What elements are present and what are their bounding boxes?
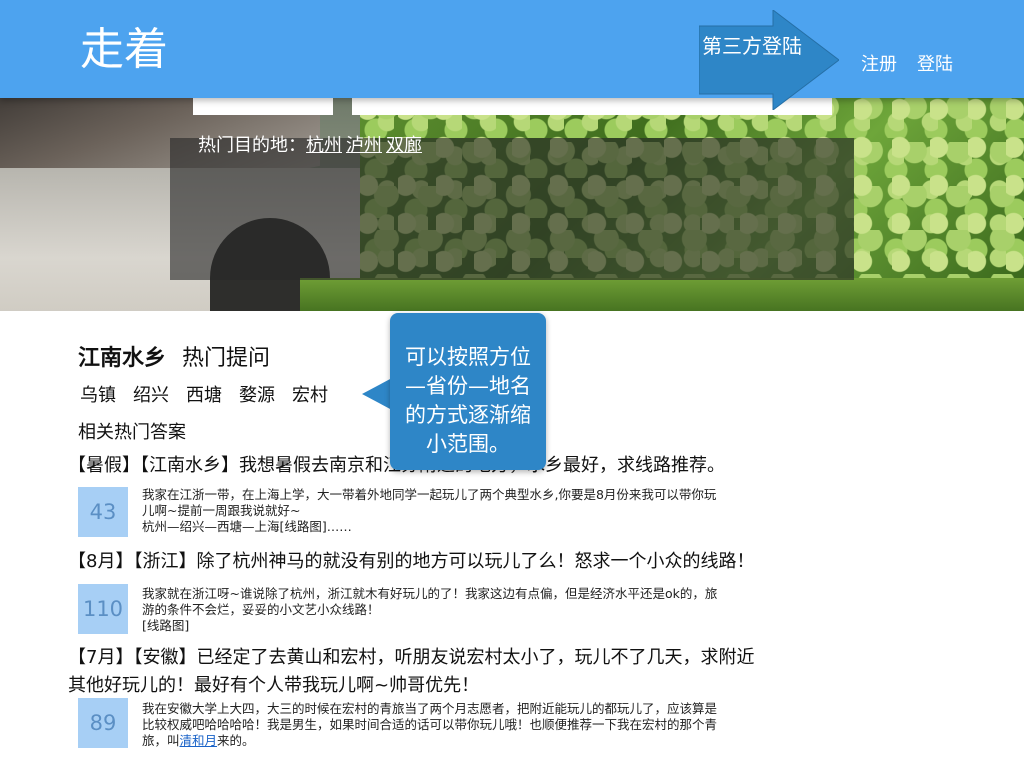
answer-line: 杭州—绍兴—西塘—上海[线路图]…… [142,519,352,534]
tag-link[interactable]: 西塘 [186,385,222,406]
question-title-line: 【7月】【安徽】已经定了去黄山和宏村，听朋友说宏村太小了，玩儿不了几天，求附近 [68,647,755,668]
register-link[interactable]: 注册 [861,50,897,76]
tag-link[interactable]: 宏村 [292,385,328,406]
site-logo[interactable]: 走着 [80,28,168,72]
answer-line: 比较权威吧哈哈哈哈！我是男生，如果时间合适的话可以带你玩儿哦！也顺便推荐一下我在… [142,717,718,732]
banner-hedge-image [300,278,1024,311]
question-title[interactable]: 【8月】【浙江】除了杭州神马的就没有别的地方可以玩儿了么！怒求一个小众的线路！ [68,548,848,576]
hero-banner [0,98,1024,311]
tag-link[interactable]: 绍兴 [133,385,169,406]
top-nav-bar: 走着 注册 登陆 [0,0,1024,98]
answer-line: 我家在江浙一带，在上海上学，大一带着外地同学一起玩儿了两个典型水乡,你要是8月份… [142,487,717,502]
hot-destination-link[interactable]: 泸州 [346,135,382,156]
search-panel [170,138,854,280]
answer-line: 儿啊~提前一周跟我说就好~ [142,503,301,518]
answer-line: 旅，叫清和月来的。 [142,733,842,749]
tag-link[interactable]: 乌镇 [80,385,116,406]
callout-pointer-icon [362,378,392,410]
answer-line: 我在安徽大学上大四，大三的时候在宏村的青旅当了两个月志愿者，把附近能玩儿的都玩儿… [142,701,718,716]
answer-count-badge: 89 [78,698,128,748]
answer-snippet[interactable]: 我在安徽大学上大四，大三的时候在宏村的青旅当了两个月志愿者，把附近能玩儿的都玩儿… [142,701,842,749]
answer-line: [线路图] [142,618,190,633]
answer-text: 来的。 [217,733,255,748]
section-title: 江南水乡 热门提问 [78,340,270,372]
question-title[interactable]: 【7月】【安徽】已经定了去黄山和宏村，听朋友说宏村太小了，玩儿不了几天，求附近 … [68,644,848,700]
answer-line: 我家就在浙江呀~谁说除了杭州，浙江就木有好玩儿的了！我家这边有点偏，但是经济水平… [142,586,718,601]
tag-link[interactable]: 婺源 [239,385,275,406]
answer-count-badge: 110 [78,584,128,634]
login-link[interactable]: 登陆 [917,50,953,76]
question-title-line: 其他好玩儿的！最好有个人带我玩儿啊~帅哥优先！ [68,675,480,696]
answer-text: 旅，叫 [142,733,180,748]
arrow-shape-icon [699,10,839,110]
answer-snippet[interactable]: 我家在江浙一带，在上海上学，大一带着外地同学一起玩儿了两个典型水乡,你要是8月份… [142,487,842,535]
answer-snippet[interactable]: 我家就在浙江呀~谁说除了杭州，浙江就木有好玩儿的了！我家这边有点偏，但是经济水平… [142,586,842,634]
section-title-region: 江南水乡 [78,346,167,371]
hot-destinations: 热门目的地：杭州 泸州 双廊 [198,131,426,157]
third-party-login-label: 第三方登陆 [702,34,802,58]
answer-count-badge: 43 [78,487,128,537]
answer-line: 游的条件不会烂，妥妥的小文艺小众线路！ [142,602,380,617]
hot-destination-link[interactable]: 双廊 [386,135,422,156]
related-answers-heading: 相关热门答案 [78,422,186,443]
callout-text: 可以按照方位—省份—地名的方式逐渐缩小范围。 [405,345,531,456]
hot-destinations-label: 热门目的地： [198,135,306,156]
annotation-callout: 可以按照方位—省份—地名的方式逐渐缩小范围。 [390,313,546,470]
hot-destination-link[interactable]: 杭州 [306,135,342,156]
section-title-subtitle: 热门提问 [182,346,271,371]
third-party-login-button[interactable]: 第三方登陆 [699,10,839,110]
sub-destination-tags: 乌镇 绍兴 西塘 婺源 宏村 [80,381,345,407]
hostel-link[interactable]: 清和月 [180,733,218,748]
